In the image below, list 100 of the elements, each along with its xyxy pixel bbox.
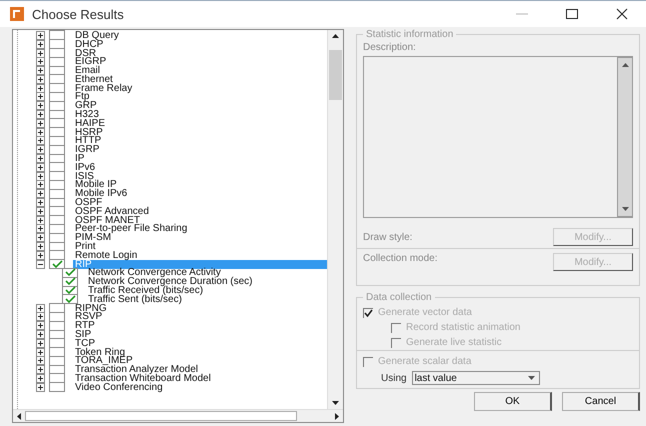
tree-item[interactable]: H323 xyxy=(73,110,101,120)
checkbox[interactable] xyxy=(49,171,65,182)
plus-icon[interactable] xyxy=(36,172,45,181)
plus-icon[interactable] xyxy=(36,216,45,225)
checkbox[interactable] xyxy=(49,312,65,322)
checkbox[interactable] xyxy=(49,250,65,260)
tree-item[interactable]: Network Convergence Duration (sec) xyxy=(86,277,255,286)
tree-item[interactable]: Ftp xyxy=(73,92,92,102)
checkbox[interactable] xyxy=(49,224,65,234)
tree-item[interactable]: Traffic Sent (bits/sec) xyxy=(86,294,184,304)
checkbox[interactable] xyxy=(49,39,65,50)
plus-icon[interactable] xyxy=(36,118,45,128)
checkbox[interactable] xyxy=(49,338,65,348)
checkbox[interactable] xyxy=(49,180,65,190)
maximize-icon[interactable] xyxy=(566,8,578,20)
up-arrow-icon[interactable] xyxy=(332,34,339,38)
plus-icon[interactable] xyxy=(36,40,45,49)
left-arrow-icon[interactable] xyxy=(17,412,21,420)
tree-item[interactable]: PIM-SM xyxy=(73,233,114,242)
plus-icon[interactable] xyxy=(36,136,45,146)
plus-icon[interactable] xyxy=(36,338,45,348)
right-arrow-icon[interactable] xyxy=(335,412,339,420)
plus-icon[interactable] xyxy=(36,66,45,76)
tree-item[interactable]: HSRP xyxy=(73,128,105,137)
dialog-button[interactable]: Cancel xyxy=(562,392,640,411)
tree-item[interactable]: Traffic Received (bits/sec) xyxy=(86,286,206,296)
dialog-button[interactable]: OK xyxy=(474,392,552,411)
tree-item[interactable]: TORA_IMEP xyxy=(73,356,135,366)
plus-icon[interactable] xyxy=(36,128,45,137)
plus-icon[interactable] xyxy=(36,348,45,357)
plus-icon[interactable] xyxy=(36,356,45,366)
plus-icon[interactable] xyxy=(36,189,45,198)
plus-icon[interactable] xyxy=(36,30,45,40)
plus-icon[interactable] xyxy=(36,374,45,383)
checkbox[interactable] xyxy=(62,268,78,278)
tree-item[interactable]: OSPF MANET xyxy=(73,216,142,225)
tree-item[interactable]: ISIS xyxy=(73,172,96,181)
checkbox[interactable] xyxy=(49,259,65,270)
plus-icon[interactable] xyxy=(36,180,45,190)
tree-item[interactable]: IPv6 xyxy=(73,162,98,172)
tree-item[interactable]: Print xyxy=(73,242,98,252)
plus-icon[interactable] xyxy=(36,154,45,164)
tree-item[interactable]: EIGRP xyxy=(73,57,108,66)
checkbox[interactable] xyxy=(49,373,65,384)
tree-item[interactable]: OSPF Advanced xyxy=(73,206,151,216)
tree-item[interactable]: RIPNG xyxy=(73,304,109,313)
checkbox[interactable] xyxy=(49,144,65,155)
checkbox[interactable] xyxy=(49,127,65,138)
minus-icon[interactable] xyxy=(36,260,45,269)
tree-item[interactable]: DB Query xyxy=(73,30,121,40)
tree-item[interactable]: HAIPE xyxy=(73,118,108,128)
tree-item[interactable]: Token Ring xyxy=(73,348,128,357)
checkbox[interactable] xyxy=(62,276,78,287)
plus-icon[interactable] xyxy=(36,304,45,313)
checkbox[interactable] xyxy=(49,48,65,58)
plus-icon[interactable] xyxy=(36,57,45,66)
close-icon[interactable] xyxy=(616,8,628,20)
tree-item[interactable]: GRP xyxy=(73,101,99,110)
tree-item[interactable]: SIP xyxy=(73,330,94,339)
tree-item[interactable]: Peer-to-peer File Sharing xyxy=(73,224,190,234)
tree-item[interactable]: IGRP xyxy=(73,145,102,154)
plus-icon[interactable] xyxy=(36,198,45,208)
tree-item[interactable]: Mobile IP xyxy=(73,180,119,190)
tree-item[interactable]: DSR xyxy=(73,48,98,58)
tree-item[interactable]: RTP xyxy=(73,321,97,330)
tree-item[interactable]: Video Conferencing xyxy=(73,382,165,392)
using-dropdown[interactable]: last value xyxy=(412,371,540,385)
checkbox[interactable] xyxy=(49,30,65,40)
checkbox[interactable] xyxy=(49,206,65,216)
checkbox[interactable] xyxy=(49,100,65,111)
checkbox[interactable] xyxy=(49,118,65,128)
plus-icon[interactable] xyxy=(36,242,45,252)
plus-icon[interactable] xyxy=(36,250,45,260)
plus-icon[interactable] xyxy=(36,382,45,392)
checkbox[interactable] xyxy=(49,136,65,146)
tree-item[interactable]: Network Convergence Activity xyxy=(86,268,223,278)
checkbox[interactable] xyxy=(49,74,65,84)
plus-icon[interactable] xyxy=(36,312,45,322)
checkbox[interactable] xyxy=(49,347,65,358)
checkbox[interactable] xyxy=(49,162,65,172)
tree-item[interactable]: DHCP xyxy=(73,40,106,49)
plus-icon[interactable] xyxy=(36,74,45,84)
checkbox[interactable] xyxy=(49,215,65,226)
down-arrow-icon[interactable] xyxy=(332,401,339,405)
plus-icon[interactable] xyxy=(36,48,45,58)
plus-icon[interactable] xyxy=(36,145,45,154)
tree-item[interactable]: RSVP xyxy=(73,312,104,322)
dropdown-arrow-icon[interactable] xyxy=(528,376,535,380)
tree-item[interactable]: Frame Relay xyxy=(73,84,134,93)
tree-item[interactable]: TCP xyxy=(73,338,97,348)
checkbox[interactable] xyxy=(49,303,65,314)
checkbox[interactable] xyxy=(49,320,65,331)
plus-icon[interactable] xyxy=(36,162,45,172)
tree-item[interactable]: Transaction Whiteboard Model xyxy=(73,374,213,383)
tree-item[interactable]: IP xyxy=(73,154,86,164)
plus-icon[interactable] xyxy=(36,330,45,339)
plus-icon[interactable] xyxy=(36,224,45,234)
checkbox[interactable] xyxy=(49,56,65,67)
plus-icon[interactable] xyxy=(36,84,45,93)
checkbox[interactable] xyxy=(49,92,65,102)
